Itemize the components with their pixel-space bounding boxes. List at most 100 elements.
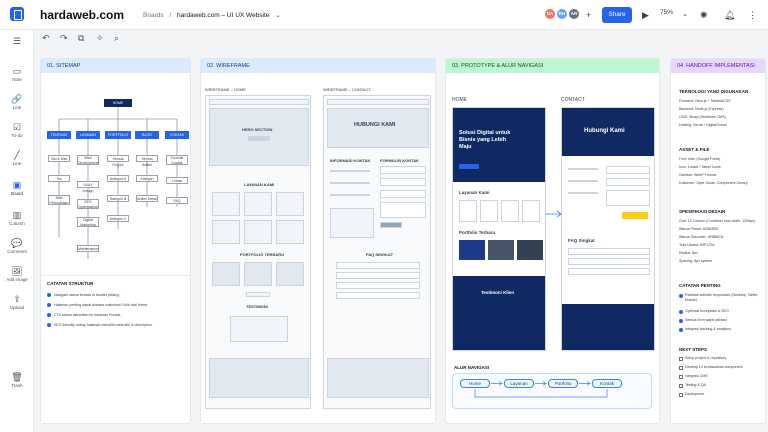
sitemap-subpage[interactable]: Artikel Detail	[136, 195, 158, 202]
faq-item[interactable]	[568, 268, 650, 275]
faq-item	[336, 272, 420, 279]
submit-button[interactable]	[622, 212, 648, 219]
tool-comment[interactable]: 💬 Comment	[0, 238, 34, 254]
sitemap-subpage[interactable]: Kategori C	[107, 215, 129, 222]
sitemap-root[interactable]: HOME	[104, 99, 132, 107]
sitemap-subpage[interactable]: Tim	[48, 175, 70, 182]
sitemap-subpage[interactable]: Maintenance	[77, 245, 99, 252]
sitemap-subpage[interactable]: Formulir Kontak	[166, 155, 188, 165]
services-label: LAYANAN KAMI	[244, 182, 275, 187]
sitemap-subpage[interactable]: UI/UX Design	[77, 181, 99, 193]
sitemap-subpage[interactable]: Kategori A	[107, 175, 129, 182]
sitemap-subpage[interactable]: FAQ	[166, 197, 188, 204]
sitemap-page[interactable]: BLOG	[135, 131, 159, 139]
zoom-level[interactable]: 75%	[660, 9, 673, 16]
form-field[interactable]	[606, 178, 650, 186]
service-card	[244, 220, 272, 244]
sitemap-page[interactable]: KONTAK	[165, 131, 189, 139]
column-sitemap[interactable]: 01. SITEMAP HOME TENTANG LAYANAN PORTFOL…	[40, 58, 191, 424]
magic-icon[interactable]: ✧	[96, 33, 104, 44]
portfolio-image	[459, 240, 485, 260]
board-title[interactable]: hardaweb.com – UI UX Website	[177, 12, 269, 19]
tool-note[interactable]: ▭ Note	[0, 66, 34, 82]
tool-add-image[interactable]: 🖼 Add image	[0, 266, 34, 282]
form-field	[380, 190, 426, 198]
form-field[interactable]	[606, 166, 650, 174]
tool-upload[interactable]: ⇪ Upload	[0, 294, 34, 310]
sitemap-page[interactable]: TENTANG	[47, 131, 71, 139]
sitemap-subpage[interactable]: Kategori B	[107, 195, 129, 202]
faq-item[interactable]	[568, 258, 650, 265]
assets-title: ASSET & FILE	[679, 147, 710, 152]
app-logo-icon[interactable]	[10, 7, 24, 21]
prototype-contact-hero: Hubungi Kami	[584, 128, 625, 134]
sitemap-subpage[interactable]: Semua Artikel	[136, 155, 158, 167]
add-user-icon[interactable]: +	[586, 9, 591, 21]
checkbox[interactable]	[679, 384, 683, 388]
hero-button[interactable]	[459, 164, 479, 169]
prototype-contact[interactable]: Hubungi Kami FAQ Singkat	[561, 107, 655, 351]
faq-item	[336, 292, 420, 299]
undo-icon[interactable]: ↶	[42, 33, 50, 44]
portfolio-image	[517, 240, 543, 260]
checkbox[interactable]	[679, 375, 683, 379]
column-icon: ▥	[12, 210, 22, 220]
portfolio-button	[246, 292, 270, 297]
breadcrumb-boards[interactable]: Boards	[143, 12, 164, 19]
sitemap-subpage[interactable]: Digital Marketing	[77, 217, 99, 227]
faq-item	[336, 262, 420, 269]
sitemap-subpage[interactable]: SEO Optimization	[77, 199, 99, 209]
form-field	[380, 202, 426, 218]
copy-icon[interactable]: ⧉	[78, 33, 84, 44]
sitemap-page[interactable]: LAYANAN	[76, 131, 100, 139]
sitemap-subpage[interactable]: Nilai Perusahaan	[48, 195, 70, 205]
faq-label: FAQ SINGKAT	[366, 252, 394, 257]
search-icon[interactable]: ⌕	[114, 33, 119, 44]
map-placeholder	[330, 208, 374, 238]
sitemap-subpage[interactable]: Web Development	[77, 155, 99, 165]
tool-link[interactable]: 🔗 Link	[0, 94, 34, 110]
wireframe-home-label: WIREFRAME – HOME	[205, 87, 246, 92]
sitemap-subpage[interactable]: Semua Proyek	[107, 155, 129, 167]
service-card	[522, 200, 540, 222]
tool-board[interactable]: ▣ Board	[0, 180, 34, 196]
sitemap-subpage[interactable]: Visi & Misi	[48, 155, 70, 162]
avatar[interactable]: RH	[556, 8, 568, 20]
sitemap-subpage[interactable]: Kategori	[136, 175, 158, 182]
redo-icon[interactable]: ↷	[60, 33, 68, 44]
tool-trash[interactable]: 🗑 Trash	[0, 372, 34, 388]
service-card	[480, 200, 498, 222]
play-icon[interactable]: ▶	[642, 9, 649, 21]
checkbox[interactable]	[679, 366, 683, 370]
chevron-down-icon[interactable]: ⌄	[275, 12, 280, 19]
share-button[interactable]: Share	[602, 7, 632, 23]
prototype-home[interactable]: Solusi Digital untuk Bisnis yang Lebih M…	[452, 107, 546, 351]
checkbox[interactable]	[679, 357, 683, 361]
sitemap-page[interactable]: PORTFOLIO	[105, 131, 131, 139]
next-step-item: Integrasi CMS	[685, 374, 708, 378]
column-handoff[interactable]: 04. HANDOFF IMPLEMENTASI TEKNOLOGI YANG …	[670, 58, 766, 424]
avatar[interactable]: AR	[568, 8, 580, 20]
info-line	[330, 170, 370, 172]
menu-icon[interactable]: ☰	[0, 36, 34, 46]
tool-todo[interactable]: ☑ To-do	[0, 122, 34, 138]
sitemap-subpage[interactable]: Lokasi	[166, 177, 188, 184]
faq-item[interactable]	[568, 248, 650, 255]
avatar[interactable]: DA	[544, 8, 556, 20]
trash-icon: 🗑	[11, 372, 23, 382]
testimonial-block	[230, 316, 288, 342]
column-prototype[interactable]: 03. PROTOTYPE & ALUR NAVIGASI HOME CONTA…	[445, 58, 660, 424]
wireframe-contact[interactable]: HUBUNGI KAMI INFORMASI KONTAK FORMULIR K…	[323, 95, 431, 409]
checkbox[interactable]	[679, 393, 683, 397]
settings-icon[interactable]: ✺	[700, 9, 708, 21]
more-icon[interactable]: ⋮	[748, 9, 757, 21]
tool-column[interactable]: ▥ Column	[0, 210, 34, 226]
chevron-down-icon[interactable]: ⌄	[682, 9, 688, 21]
bell-icon[interactable]: 🔔︎	[724, 9, 735, 21]
tool-line[interactable]: ╱ Line	[0, 150, 34, 166]
service-card	[501, 200, 519, 222]
form-field[interactable]	[606, 190, 650, 206]
column-wireframe[interactable]: 02. WIREFRAME WIREFRAME – HOME WIREFRAME…	[200, 58, 436, 424]
contact-title: HUBUNGI KAMI	[354, 122, 396, 128]
wireframe-home[interactable]: HERO SECTION LAYANAN KAMI PORTFOLIO TERB…	[205, 95, 311, 409]
